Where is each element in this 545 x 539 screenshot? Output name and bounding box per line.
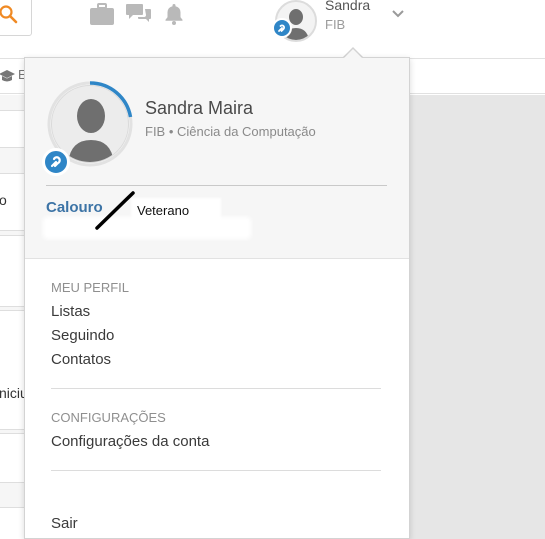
page-background	[409, 95, 545, 539]
logout-button[interactable]: Sair	[51, 515, 78, 532]
menu-item-seguindo[interactable]: Seguindo	[51, 327, 114, 344]
section-title-meu-perfil: MEU PERFIL	[51, 280, 130, 295]
user-dropdown-menu: Sandra Maira FIB • Ciência da Computação…	[24, 57, 410, 539]
divider	[51, 470, 381, 471]
search-icon	[0, 5, 18, 24]
level-badge-icon	[42, 148, 70, 176]
chevron-down-icon[interactable]	[391, 9, 405, 19]
content-card	[0, 235, 24, 307]
content-card: niciu	[0, 310, 28, 430]
chat-icon[interactable]	[126, 2, 152, 26]
profile-name[interactable]: Sandra Maira	[145, 98, 253, 119]
divider	[46, 185, 387, 186]
redaction-mark	[43, 217, 251, 239]
menu-item-listas[interactable]: Listas	[51, 303, 90, 320]
content-text: o	[0, 192, 7, 208]
content-card: o	[0, 173, 24, 231]
search-button[interactable]	[0, 0, 32, 36]
briefcase-icon[interactable]	[89, 2, 115, 26]
header-user-org: FIB	[325, 17, 346, 32]
level-next-label: Veterano	[137, 203, 190, 218]
content-card	[0, 433, 24, 483]
content-card	[0, 507, 24, 539]
menu-item-account-settings[interactable]: Configurações da conta	[51, 433, 209, 450]
scribble-mark	[95, 191, 135, 230]
menu-item-contatos[interactable]: Contatos	[51, 351, 111, 368]
section-title-configuracoes: CONFIGURAÇÕES	[51, 410, 166, 425]
divider	[51, 388, 381, 389]
bell-icon[interactable]	[163, 2, 185, 26]
graduation-cap-icon	[0, 70, 15, 82]
profile-header: Sandra Maira FIB • Ciência da Computação…	[25, 58, 409, 259]
level-badge-icon	[272, 18, 292, 38]
content-card	[0, 110, 24, 148]
dropdown-caret-fill	[344, 49, 362, 58]
header-user-name[interactable]: Sandra	[325, 0, 370, 13]
profile-institution: FIB • Ciência da Computação	[145, 124, 316, 139]
top-navbar: Sandra FIB	[0, 0, 545, 58]
left-content-panel: o niciu	[0, 95, 28, 539]
